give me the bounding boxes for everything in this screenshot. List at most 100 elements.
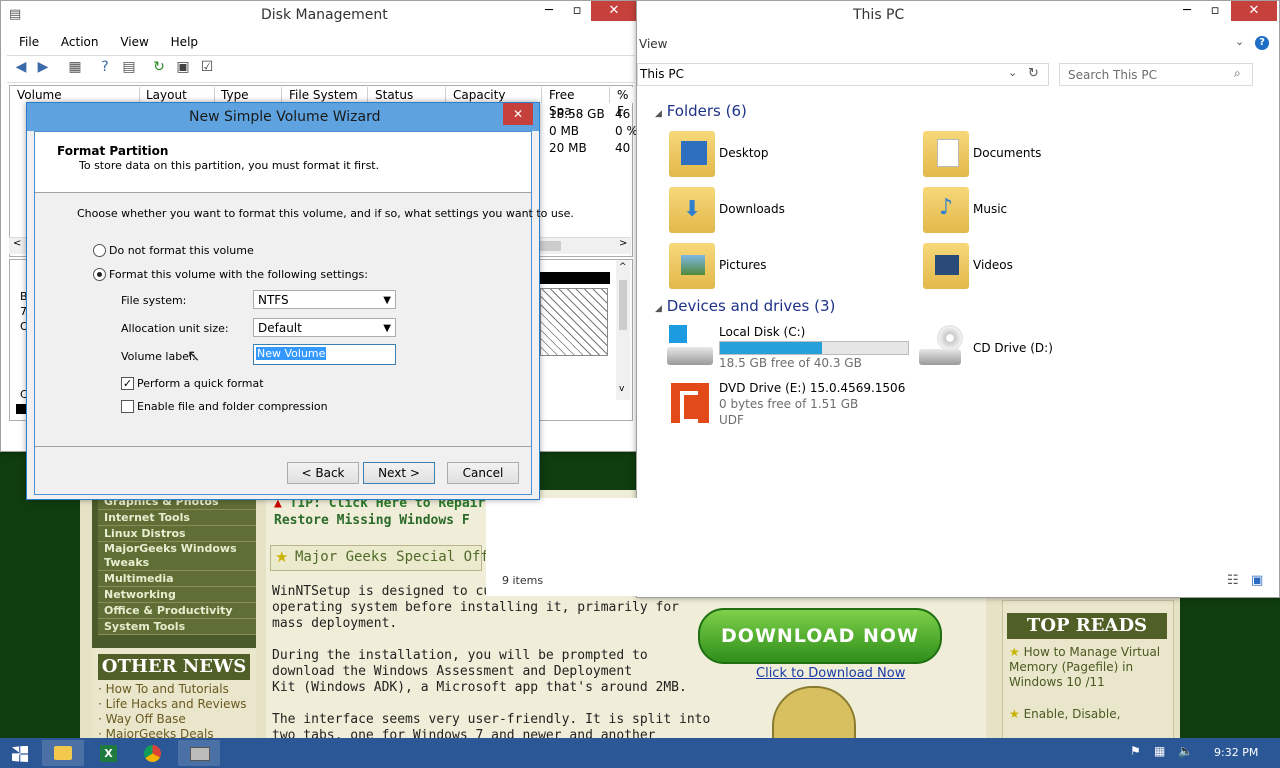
action-center-flag-icon[interactable]: ⚑ — [1130, 744, 1141, 758]
office-icon — [671, 383, 709, 423]
properties-icon[interactable]: ▣ — [175, 59, 191, 75]
address-dropdown-icon[interactable]: ⌄ — [1008, 66, 1017, 79]
allocation-unit-select[interactable]: Default ▼ — [253, 318, 396, 337]
compression-checkbox[interactable] — [121, 400, 134, 413]
large-icons-view-icon[interactable]: ▣ — [1251, 573, 1263, 588]
disk-mgmt-app-icon: ▤ — [9, 7, 22, 22]
search-box[interactable]: Search This PC ⌕ — [1059, 63, 1253, 86]
category-link[interactable]: Networking — [98, 587, 256, 603]
column-header[interactable]: Volume — [11, 87, 140, 103]
menu-view[interactable]: View — [120, 35, 148, 49]
folders-section-header[interactable]: ◢ Folders (6) — [655, 102, 747, 120]
devices-section-header[interactable]: ◢ Devices and drives (3) — [655, 297, 835, 315]
no-format-radio[interactable] — [93, 244, 106, 257]
taskbar-file-explorer[interactable] — [42, 740, 84, 766]
ribbon-view-tab[interactable]: View — [639, 37, 667, 51]
volume-muted-icon[interactable]: 🔈 — [1178, 744, 1193, 758]
scroll-down-icon[interactable]: v — [619, 384, 624, 394]
top-read-link[interactable]: ★ How to Manage Virtual Memory (Pagefile… — [1009, 645, 1169, 690]
scroll-thumb[interactable] — [539, 241, 561, 251]
clock[interactable]: 9:32 PM — [1214, 746, 1258, 759]
scroll-up-icon[interactable]: ^ — [619, 262, 627, 272]
maximize-button[interactable]: ▫ — [1195, 1, 1235, 23]
category-link[interactable]: Linux Distros — [98, 526, 256, 542]
category-link[interactable]: MajorGeeks Windows Tweaks — [98, 542, 256, 571]
cancel-button[interactable]: Cancel — [447, 462, 519, 484]
back-button[interactable]: < Back — [287, 462, 359, 484]
scroll-thumb[interactable] — [619, 280, 627, 330]
help-icon[interactable]: ? — [1255, 36, 1269, 50]
quick-format-label[interactable]: Perform a quick format — [137, 377, 264, 390]
other-news-link[interactable]: · Life Hacks and Reviews — [98, 697, 247, 711]
close-button[interactable]: ✕ — [591, 1, 637, 21]
address-bar[interactable]: This PC ⌄ ↻ — [637, 63, 1049, 86]
taskbar-excel[interactable]: X — [88, 740, 130, 766]
console-tree-icon[interactable]: ▦ — [67, 59, 83, 75]
category-link[interactable]: System Tools — [98, 619, 256, 635]
taskbar-disk-management[interactable] — [178, 740, 220, 766]
search-input[interactable]: Search This PC — [1068, 68, 1157, 82]
quick-format-checkbox[interactable]: ✓ — [121, 377, 134, 390]
videos-folder-icon — [923, 243, 969, 289]
partition-block[interactable] — [540, 288, 608, 356]
forward-arrow-icon[interactable]: ▶ — [35, 59, 51, 75]
category-link[interactable]: Internet Tools — [98, 510, 256, 526]
window-title: This PC — [853, 7, 905, 23]
menu-file[interactable]: File — [19, 35, 39, 49]
scroll-right-icon[interactable]: > — [619, 238, 627, 249]
format-radio[interactable] — [93, 268, 106, 281]
back-arrow-icon[interactable]: ◀ — [13, 59, 29, 75]
next-button[interactable]: Next > — [363, 462, 435, 484]
file-system-select[interactable]: NTFS ▼ — [253, 290, 396, 309]
category-link[interactable]: Office & Productivity — [98, 603, 256, 619]
refresh-icon[interactable]: ↻ — [1028, 66, 1039, 81]
column-header[interactable]: File System — [283, 87, 368, 103]
download-link[interactable]: Click to Download Now — [756, 666, 905, 681]
menu-action[interactable]: Action — [61, 35, 99, 49]
tip-line2[interactable]: Restore Missing Windows F — [274, 513, 470, 528]
column-header[interactable]: Capacity — [447, 87, 542, 103]
other-news-link[interactable]: · How To and Tutorials — [98, 682, 229, 696]
title-bar[interactable]: This PC ─ ▫ ✕ — [637, 1, 1279, 31]
top-read-link[interactable]: ★ Enable, Disable, — [1009, 707, 1169, 722]
close-button[interactable]: ✕ — [1231, 1, 1277, 21]
top-reads-title: TOP READS — [1007, 613, 1167, 639]
details-view-icon[interactable]: ☷ — [1227, 573, 1239, 588]
ribbon-expand-icon[interactable]: ⌄ — [1235, 35, 1244, 48]
taskbar-chrome[interactable] — [132, 740, 174, 766]
other-news-link[interactable]: · Way Off Base — [98, 712, 186, 726]
download-now-button[interactable]: DOWNLOAD NOW — [698, 608, 942, 664]
menu-help[interactable]: Help — [171, 35, 198, 49]
view-icon[interactable]: ▤ — [121, 59, 137, 75]
top-reads-box: TOP READS ★ How to Manage Virtual Memory… — [1002, 600, 1174, 740]
start-button[interactable] — [0, 740, 42, 766]
checklist-icon[interactable]: ☑ — [199, 59, 215, 75]
help-icon[interactable]: ? — [97, 59, 113, 75]
column-header[interactable]: Free Spa... — [543, 87, 610, 118]
star-icon: ★ — [1009, 707, 1024, 721]
network-icon[interactable]: ▦ — [1154, 744, 1165, 758]
status-bar: 9 items ☷ ▣ — [503, 571, 1279, 595]
column-header[interactable]: Type — [215, 87, 282, 103]
folder-label: Documents — [973, 146, 1042, 160]
refresh-icon[interactable]: ↻ — [151, 59, 167, 75]
title-bar[interactable]: ▤ Disk Management ─ ▫ ✕ — [1, 1, 639, 31]
wizard-title-bar[interactable]: New Simple Volume Wizard ✕ — [27, 103, 539, 131]
special-offer-box[interactable]: ★ Major Geeks Special Offer — [270, 545, 506, 571]
wizard-close-button[interactable]: ✕ — [503, 103, 533, 125]
search-icon[interactable]: ⌕ — [1234, 66, 1241, 81]
drive-name: DVD Drive (E:) 15.0.4569.1506 — [719, 381, 906, 395]
column-header[interactable]: % F — [611, 87, 633, 118]
format-label[interactable]: Format this volume with the following se… — [109, 268, 368, 281]
category-link[interactable]: Multimedia — [98, 571, 256, 587]
volume-label-input[interactable]: New Volume — [253, 344, 396, 365]
column-header[interactable]: Status — [369, 87, 446, 103]
no-format-label[interactable]: Do not format this volume — [109, 244, 254, 257]
collapse-arrow-icon: ◢ — [655, 304, 662, 314]
scroll-left-icon[interactable]: < — [13, 238, 21, 249]
documents-folder-icon — [923, 131, 969, 177]
vertical-scrollbar[interactable]: ^ v — [616, 260, 630, 400]
compression-label[interactable]: Enable file and folder compression — [137, 400, 328, 413]
drive-free-space: 18.5 GB free of 40.3 GB — [719, 356, 862, 370]
column-header[interactable]: Layout — [140, 87, 215, 103]
